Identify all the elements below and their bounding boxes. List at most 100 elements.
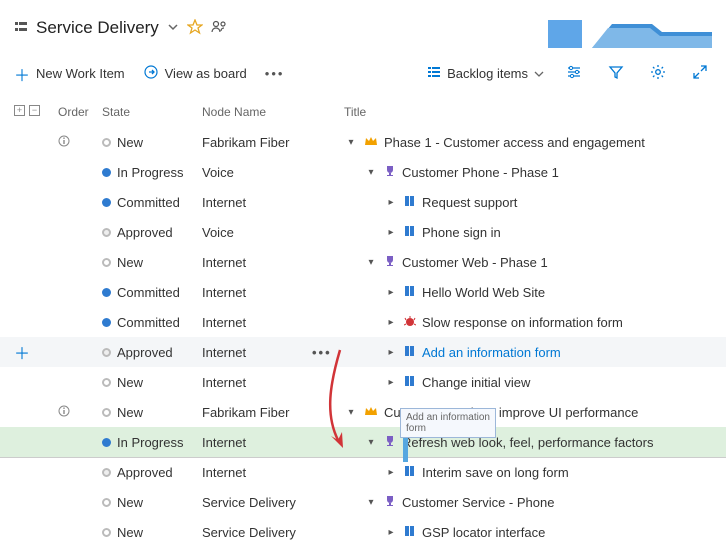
view-as-board-button[interactable]: View as board	[143, 64, 247, 83]
state-dot	[102, 438, 111, 447]
favorite-star-icon[interactable]	[187, 19, 203, 38]
expander-icon[interactable]: ▾	[364, 257, 378, 268]
feature-icon	[384, 435, 396, 450]
people-icon[interactable]	[211, 19, 227, 38]
epic-icon	[364, 405, 378, 420]
item-title: Phase 1 - Customer access and engagement	[384, 135, 645, 150]
fullscreen-icon[interactable]	[688, 60, 712, 87]
state-label: New	[117, 255, 143, 270]
state-dot	[102, 348, 111, 357]
state-dot	[102, 288, 111, 297]
table-row[interactable]: New Fabrikam Fiber ▾ Customer Service - …	[0, 397, 726, 427]
backlog-icon	[14, 20, 28, 37]
filter-icon[interactable]	[604, 60, 628, 87]
new-work-item-label: New Work Item	[36, 66, 125, 81]
page-header: Service Delivery	[0, 0, 726, 54]
item-title: Phone sign in	[422, 225, 501, 240]
node-label: Internet	[202, 375, 344, 390]
state-dot	[102, 408, 111, 417]
item-title[interactable]: Add an information form	[422, 345, 561, 360]
backlog-items-label: Backlog items	[447, 66, 528, 81]
col-order[interactable]: Order	[58, 105, 102, 119]
drag-tooltip: Add an information form	[400, 408, 496, 438]
item-title: Customer Service - Phone	[402, 495, 554, 510]
feature-icon	[384, 165, 396, 180]
expander-icon[interactable]: ▸	[384, 317, 398, 328]
item-title: Customer Web - Phase 1	[402, 255, 548, 270]
state-label: New	[117, 495, 143, 510]
expander-icon[interactable]: ▸	[384, 527, 398, 538]
expander-icon[interactable]: ▸	[384, 197, 398, 208]
chevron-down-icon	[534, 69, 544, 79]
view-as-board-label: View as board	[165, 66, 247, 81]
info-icon[interactable]	[58, 405, 70, 420]
table-row[interactable]: New Service Delivery ▾ Customer Service …	[0, 487, 726, 517]
backlog-items-dropdown[interactable]: Backlog items	[427, 65, 544, 82]
table-row[interactable]: ＋ Approved Internet ••• ▸ Add an informa…	[0, 337, 726, 367]
col-node[interactable]: Node Name	[202, 105, 344, 119]
table-row[interactable]: New Fabrikam Fiber ▾ Phase 1 - Customer …	[0, 127, 726, 157]
table-row[interactable]: In Progress Voice ▾ Customer Phone - Pha…	[0, 157, 726, 187]
table-row[interactable]: New Service Delivery ▸ GSP locator inter…	[0, 517, 726, 547]
expand-all-icon[interactable]: +	[14, 105, 25, 116]
node-label: Voice	[202, 165, 344, 180]
state-label: New	[117, 135, 143, 150]
table-row[interactable]: Committed Internet ▸ Slow response on in…	[0, 307, 726, 337]
expander-icon[interactable]: ▸	[384, 227, 398, 238]
node-label: Internet	[202, 435, 344, 450]
collapse-all-icon[interactable]: −	[29, 105, 40, 116]
col-title[interactable]: Title	[344, 105, 726, 119]
feature-icon	[384, 255, 396, 270]
table-row[interactable]: Committed Internet ▸ Hello World Web Sit…	[0, 277, 726, 307]
node-label: Internet	[202, 255, 344, 270]
title-chevron-icon[interactable]	[167, 21, 179, 36]
bug-icon	[404, 315, 416, 330]
new-work-item-button[interactable]: ＋ New Work Item	[14, 62, 125, 86]
epic-icon	[364, 135, 378, 150]
state-label: New	[117, 525, 143, 540]
state-dot	[102, 528, 111, 537]
item-title: Request support	[422, 195, 517, 210]
info-icon[interactable]	[58, 135, 70, 150]
state-label: Approved	[117, 225, 173, 240]
item-title: Hello World Web Site	[422, 285, 545, 300]
item-title: GSP locator interface	[422, 525, 545, 540]
node-label: Internet	[202, 315, 344, 330]
item-title: Interim save on long form	[422, 465, 569, 480]
row-context-menu-icon[interactable]: •••	[312, 345, 332, 360]
expander-icon[interactable]: ▸	[384, 287, 398, 298]
gear-icon[interactable]	[646, 60, 670, 87]
pbi-icon	[404, 195, 416, 210]
table-row[interactable]: Approved Internet ▸ Interim save on long…	[0, 457, 726, 487]
state-label: In Progress	[117, 435, 183, 450]
state-label: In Progress	[117, 165, 183, 180]
expander-icon[interactable]: ▾	[364, 167, 378, 178]
node-label: Fabrikam Fiber	[202, 405, 344, 420]
expander-icon[interactable]: ▾	[344, 407, 358, 418]
expander-icon[interactable]: ▾	[364, 497, 378, 508]
table-row[interactable]: Approved Voice ▸ Phone sign in	[0, 217, 726, 247]
table-row[interactable]: New Internet ▾ Customer Web - Phase 1	[0, 247, 726, 277]
node-label: Service Delivery	[202, 495, 344, 510]
expander-icon[interactable]: ▸	[384, 467, 398, 478]
col-state[interactable]: State	[102, 105, 202, 119]
node-label: Voice	[202, 225, 344, 240]
state-label: New	[117, 405, 143, 420]
board-swap-icon	[143, 64, 159, 83]
pbi-icon	[404, 285, 416, 300]
settings-sliders-icon[interactable]	[562, 60, 586, 87]
expander-icon[interactable]: ▾	[364, 437, 378, 448]
backlog-list-icon	[427, 65, 441, 82]
pbi-icon	[404, 225, 416, 240]
pbi-icon	[404, 465, 416, 480]
table-row[interactable]: Committed Internet ▸ Request support	[0, 187, 726, 217]
expander-icon[interactable]: ▸	[384, 347, 398, 358]
node-label: Service Delivery	[202, 525, 344, 540]
add-child-icon[interactable]: ＋	[14, 340, 30, 364]
pbi-icon	[404, 375, 416, 390]
more-actions-button[interactable]: •••	[265, 66, 285, 81]
expander-icon[interactable]: ▾	[344, 137, 358, 148]
table-row[interactable]: In Progress Internet ▾ Refresh web look,…	[0, 427, 726, 457]
expander-icon[interactable]: ▸	[384, 377, 398, 388]
table-row[interactable]: New Internet ▸ Change initial view	[0, 367, 726, 397]
